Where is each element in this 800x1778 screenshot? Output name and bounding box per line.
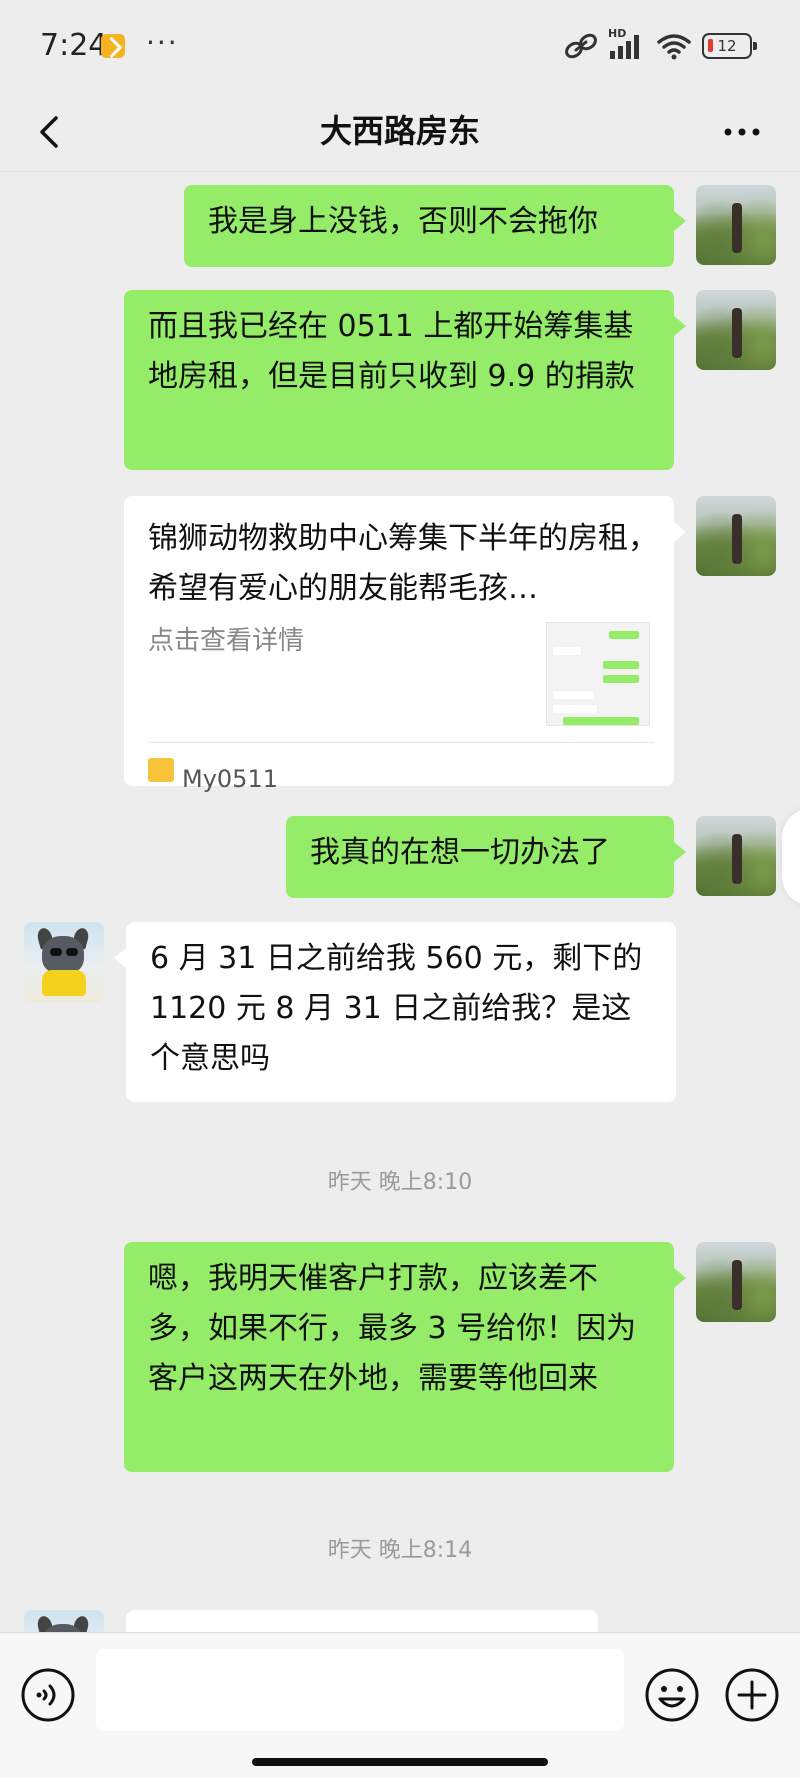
input-bar	[0, 1632, 800, 1778]
message-bubble-self[interactable]: 我是身上没钱，否则不会拖你	[184, 185, 686, 267]
floating-side-tab[interactable]	[782, 808, 800, 906]
emoji-icon[interactable]	[644, 1667, 700, 1723]
avatar-self[interactable]	[696, 290, 776, 370]
wifi-icon	[657, 34, 691, 60]
card-description: 点击查看详情	[148, 626, 305, 656]
message-timestamp: 昨天 晚上8:10	[327, 1170, 473, 1195]
source-logo	[148, 758, 174, 782]
link-card[interactable]: 锦狮动物救助中心筹集下半年的房租，希望有爱心的朋友能帮毛孩… 点击查看详情 My…	[124, 496, 686, 793]
message-text: 而且我已经在 0511 上都开始筹集基地房租，但是目前只收到 9.9 的捐款	[148, 309, 635, 394]
status-indicators: HD 12	[564, 27, 757, 62]
app-notification-icon	[101, 34, 125, 58]
message-bubble-self[interactable]: 嗯，我明天催客户打款，应该差不多，如果不行，最多 3 号给你！因为客户这两天在外…	[124, 1242, 686, 1472]
message-bubble-other[interactable]: 6 月 31 日之前给我 560 元，剩下的 1120 元 8 月 31 日之前…	[114, 922, 676, 1102]
signal-icon: HD	[608, 27, 646, 61]
message-input[interactable]	[96, 1649, 624, 1731]
battery-icon: 12	[702, 33, 757, 59]
avatar-self[interactable]	[696, 1242, 776, 1322]
message-bubble-self[interactable]: 我真的在想一切办法了	[286, 816, 686, 898]
avatar-self[interactable]	[696, 185, 776, 265]
more-notifications-icon: ···	[146, 26, 179, 59]
plus-circle-icon[interactable]	[724, 1667, 780, 1723]
avatar-self[interactable]	[696, 496, 776, 576]
home-indicator[interactable]	[252, 1758, 548, 1766]
message-bubble-other[interactable]	[126, 1610, 598, 1632]
message-text: 我是身上没钱，否则不会拖你	[208, 204, 598, 239]
status-time: 7:24	[40, 28, 108, 63]
card-thumbnail	[546, 622, 650, 726]
message-timestamp: 昨天 晚上8:14	[327, 1538, 473, 1563]
message-text: 我真的在想一切办法了	[310, 835, 610, 870]
message-text: 6 月 31 日之前给我 560 元，剩下的 1120 元 8 月 31 日之前…	[150, 941, 643, 1076]
card-source: My0511	[182, 765, 278, 793]
avatar-self[interactable]	[696, 816, 776, 896]
more-horizontal-icon[interactable]	[720, 112, 764, 152]
card-divider	[148, 742, 654, 743]
chat-header: 大西路房东	[0, 92, 800, 172]
chat-title[interactable]: 大西路房东	[0, 106, 800, 152]
battery-level: 12	[717, 37, 737, 55]
voice-icon[interactable]	[20, 1667, 76, 1723]
avatar-other[interactable]	[24, 922, 104, 1002]
link-icon	[565, 33, 597, 59]
status-bar: 7:24 ··· HD 12	[0, 0, 800, 92]
avatar-other[interactable]	[24, 1610, 104, 1632]
message-text: 嗯，我明天催客户打款，应该差不多，如果不行，最多 3 号给你！因为客户这两天在外…	[148, 1261, 637, 1396]
card-title: 锦狮动物救助中心筹集下半年的房租，希望有爱心的朋友能帮毛孩…	[148, 521, 658, 606]
message-list[interactable]: 我是身上没钱，否则不会拖你 而且我已经在 0511 上都开始筹集基地房租，但是目…	[0, 172, 800, 1632]
message-bubble-self[interactable]: 而且我已经在 0511 上都开始筹集基地房租，但是目前只收到 9.9 的捐款	[124, 290, 686, 470]
